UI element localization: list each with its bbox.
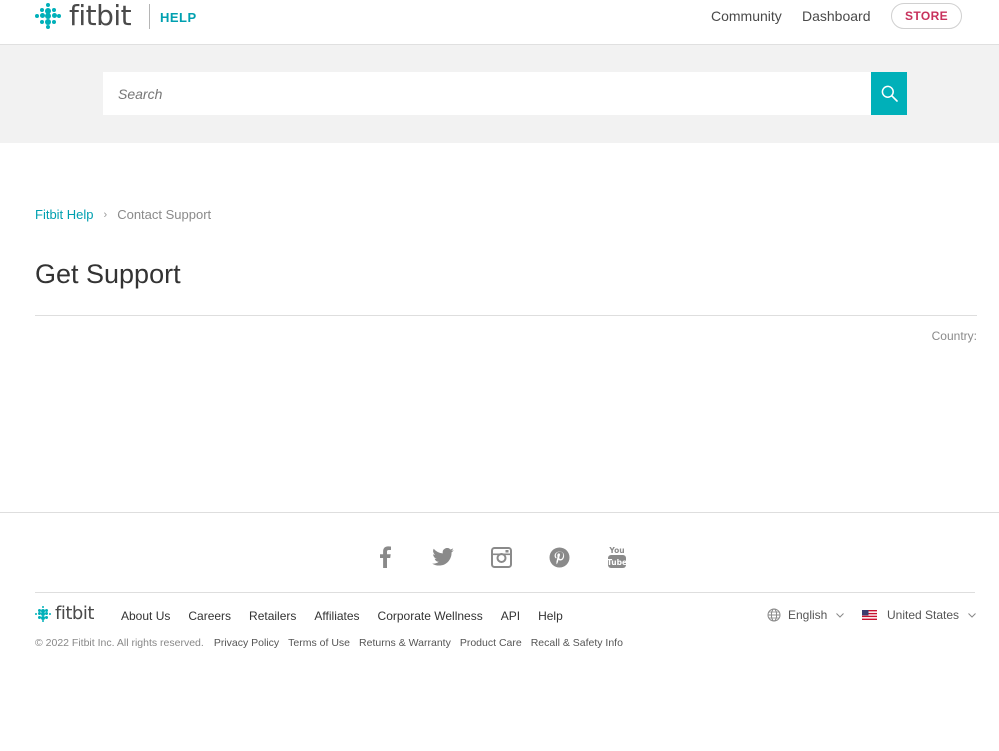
region-label: United States — [887, 608, 960, 622]
store-button[interactable]: STORE — [891, 3, 962, 29]
footer-mid-divider — [35, 592, 975, 593]
fitbit-dots-icon — [35, 3, 61, 29]
footer-link-retailers[interactable]: Retailers — [249, 609, 296, 623]
fitbit-dots-icon — [35, 606, 51, 622]
region-selector[interactable]: United States — [862, 608, 976, 622]
search-box — [103, 72, 871, 115]
country-label: Country: — [931, 329, 977, 343]
language-label: English — [788, 608, 828, 622]
legal-link-returns[interactable]: Returns & Warranty — [359, 637, 451, 649]
instagram-icon[interactable] — [486, 543, 516, 571]
breadcrumb-current: Contact Support — [117, 207, 212, 222]
footer-link-api[interactable]: API — [501, 609, 520, 623]
pinterest-icon[interactable] — [544, 543, 574, 571]
svg-text:Tube: Tube — [607, 558, 627, 567]
logo-divider — [149, 4, 150, 29]
footer-top-divider — [0, 512, 999, 513]
svg-text:You: You — [608, 546, 624, 555]
nav-community-link[interactable]: Community — [711, 8, 782, 24]
breadcrumb-home-link[interactable]: Fitbit Help — [35, 207, 94, 222]
legal-links: Privacy Policy Terms of Use Returns & Wa… — [214, 637, 632, 649]
title-divider — [35, 315, 977, 316]
legal-link-privacy[interactable]: Privacy Policy — [214, 637, 279, 649]
search-input[interactable] — [103, 72, 871, 115]
chevron-down-icon — [968, 612, 976, 618]
youtube-icon[interactable]: You Tube — [602, 543, 632, 571]
legal-bar: © 2022 Fitbit Inc. All rights reserved. … — [35, 637, 632, 649]
help-section-tag[interactable]: HELP — [160, 10, 197, 25]
breadcrumb: Fitbit Help › Contact Support — [35, 207, 211, 222]
logo-wordmark: fitbit — [69, 0, 132, 32]
footer-link-careers[interactable]: Careers — [188, 609, 231, 623]
copyright-text: © 2022 Fitbit Inc. All rights reserved. — [35, 637, 204, 649]
footer-logo-wordmark: fitbit — [55, 603, 94, 624]
site-header: fitbit HELP Community Dashboard STORE — [0, 0, 999, 45]
facebook-icon[interactable] — [370, 543, 400, 571]
breadcrumb-chevron-icon: › — [103, 208, 108, 221]
twitter-icon[interactable] — [428, 543, 458, 571]
footer-link-corporate-wellness[interactable]: Corporate Wellness — [378, 609, 483, 623]
search-band — [0, 45, 999, 143]
footer-links: About Us Careers Retailers Affiliates Co… — [121, 609, 581, 623]
social-links: You Tube — [370, 543, 660, 571]
us-flag-icon — [862, 610, 877, 620]
search-button[interactable] — [871, 72, 907, 115]
page-title: Get Support — [35, 259, 181, 289]
legal-link-recall[interactable]: Recall & Safety Info — [531, 637, 623, 649]
chevron-down-icon — [836, 612, 845, 618]
legal-link-product-care[interactable]: Product Care — [460, 637, 522, 649]
footer-link-help[interactable]: Help — [538, 609, 563, 623]
fitbit-logo[interactable]: fitbit — [35, 0, 132, 32]
legal-link-terms[interactable]: Terms of Use — [288, 637, 350, 649]
globe-icon — [767, 608, 781, 622]
language-selector[interactable]: English — [767, 608, 845, 622]
search-icon — [881, 85, 898, 102]
nav-dashboard-link[interactable]: Dashboard — [802, 8, 871, 24]
footer-link-affiliates[interactable]: Affiliates — [314, 609, 359, 623]
footer-link-about[interactable]: About Us — [121, 609, 170, 623]
footer-fitbit-logo[interactable]: fitbit — [35, 605, 94, 623]
